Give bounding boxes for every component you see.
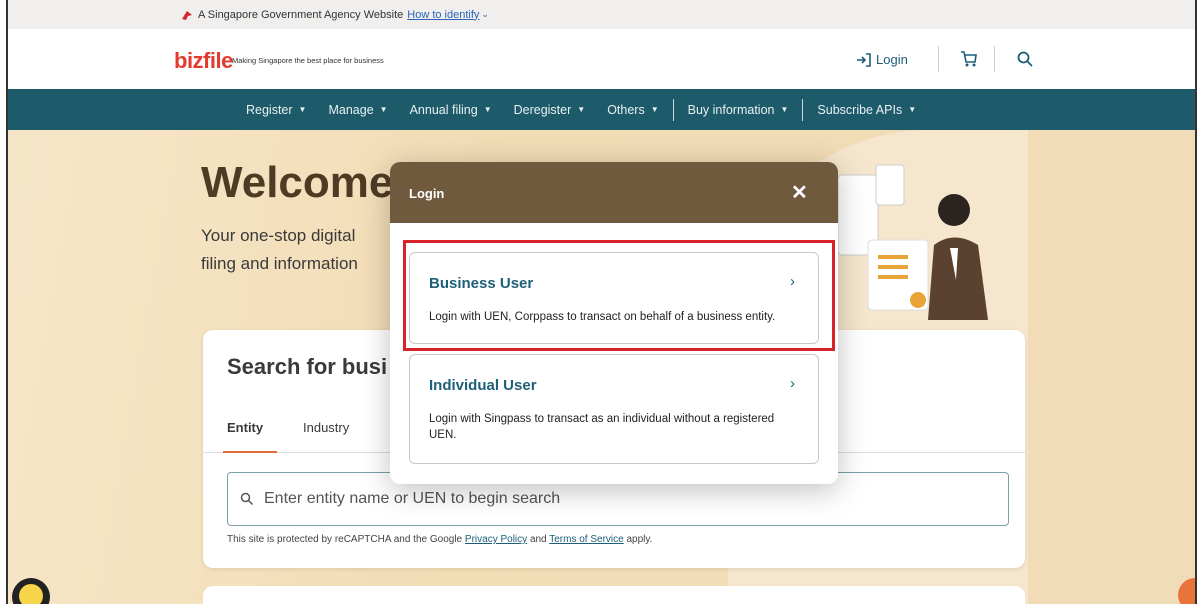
option-description: Login with UEN, Corppass to transact on … [429,311,776,323]
modal-header: Login ✕ [390,162,838,223]
close-icon[interactable]: ✕ [791,180,808,205]
option-title: Business User [429,275,534,292]
chevron-right-icon: › [790,375,795,392]
business-user-option[interactable]: Business User › Login with UEN, Corppass… [409,252,819,344]
chevron-right-icon: › [790,273,795,290]
option-title: Individual User [429,377,537,394]
individual-user-option[interactable]: Individual User › Login with Singpass to… [409,354,819,464]
option-description: Login with Singpass to transact as an in… [429,413,775,441]
modal-title: Login [409,186,445,201]
browser-viewport: A Singapore Government Agency Website Ho… [6,0,1197,604]
login-modal: Login ✕ Business User › Login with UEN, … [390,162,838,484]
